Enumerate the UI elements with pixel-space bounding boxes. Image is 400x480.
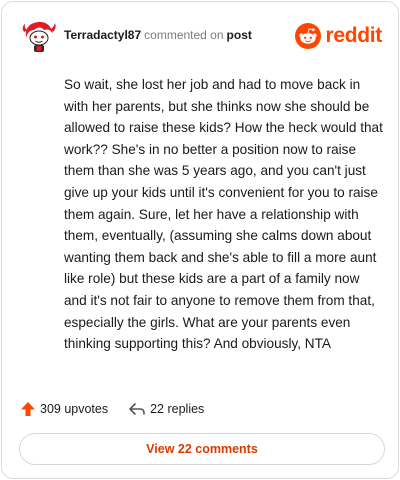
reddit-snoo-icon: [295, 23, 322, 49]
comment-meta: Terradactyl87 commented on post: [64, 28, 252, 42]
reddit-wordmark: reddit: [325, 24, 382, 47]
username-link[interactable]: Terradactyl87: [64, 28, 141, 42]
snoo-avatar-icon: [22, 21, 56, 52]
comment-body: So wait, she lost her job and had to mov…: [64, 77, 383, 352]
comment-header: Terradactyl87 commented on post reddit: [18, 16, 382, 56]
post-link[interactable]: post: [227, 28, 252, 42]
replies-count: 22 replies: [150, 402, 205, 416]
commented-on-text: commented on: [144, 28, 224, 42]
upvotes-stat[interactable]: 309 upvotes: [20, 401, 108, 417]
reply-arrow-icon: [129, 403, 145, 415]
user-avatar[interactable]: [20, 18, 58, 54]
comment-stats: 309 upvotes 22 replies: [20, 398, 204, 420]
view-comments-button[interactable]: View 22 comments: [19, 433, 385, 465]
upvotes-count: 309 upvotes: [40, 402, 109, 416]
upvote-arrow-icon: [21, 402, 35, 416]
reddit-logo[interactable]: reddit: [295, 22, 382, 50]
replies-stat[interactable]: 22 replies: [128, 401, 204, 417]
comment-card: Terradactyl87 commented on post reddit So …: [1, 1, 399, 479]
